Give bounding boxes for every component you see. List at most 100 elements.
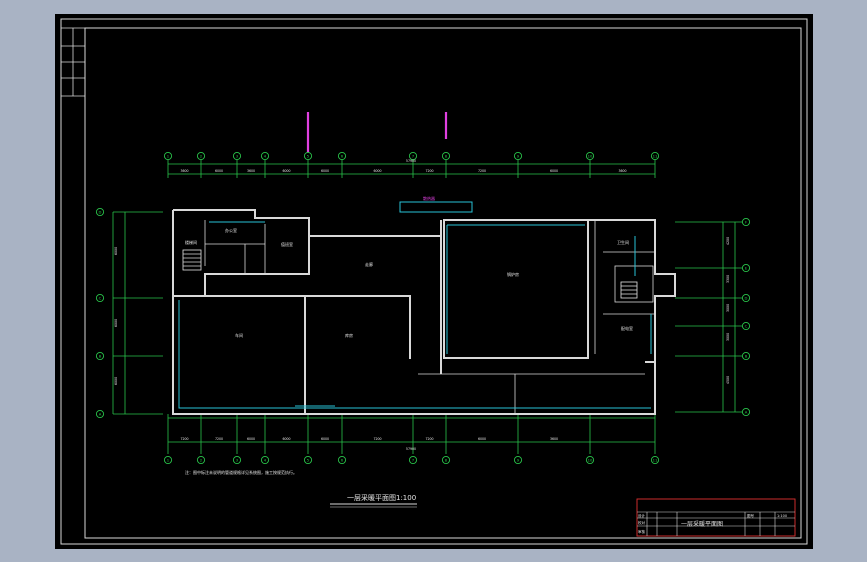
floor-plan-drawing: 1 2 3 4 5 6 7 8 9 10 111 2 3 4 5 6 7 8 9 10 11DCBAFEDCBA3600…	[60, 18, 808, 545]
axis-bubble-top: 2	[196, 151, 206, 161]
right-dimension-text: 3300	[726, 275, 730, 283]
title-block-sheet-label: 图号	[747, 513, 755, 518]
axis-bubble-label: D	[99, 209, 102, 214]
top-dimension-text: 7200	[478, 169, 486, 173]
general-note: 注：图中标注未说明的管道规格详见系统图，施工按规范执行。	[185, 469, 297, 475]
plan-title-group: 一层采暖平面图1:100	[330, 493, 417, 508]
right-dimension-text: 3000	[726, 333, 730, 341]
title-block-drawing-name: 一层采暖平面图	[681, 520, 723, 528]
riser-marks	[306, 112, 448, 154]
total-dimension-text: 57900	[406, 447, 416, 451]
cad-viewport[interactable]: 1 2 3 4 5 6 7 8 9 10 11 1 2 3 4 5 6 7 8 9 10 11 D C B A F E D C B A 3600…	[55, 14, 813, 549]
bottom-dimension-text: 6000	[282, 437, 290, 441]
bottom-dimension-text: 7200	[425, 437, 433, 441]
binding-strip	[61, 27, 85, 97]
top-dimension-text: 6000	[373, 169, 381, 173]
room-label: 车间	[235, 332, 243, 338]
axis-bubble-top: 4	[260, 151, 270, 161]
top-dimension-text: 3600	[180, 169, 188, 173]
axis-bubble-bottom: 1	[163, 455, 173, 465]
title-block-designed: 设计	[638, 513, 646, 518]
axis-bubble-left: C	[95, 293, 105, 303]
axis-bubble-label: B	[99, 353, 102, 358]
room-label: 办公室	[225, 227, 237, 233]
room-label: 库房	[345, 332, 353, 338]
room-label: 楼梯间	[185, 239, 197, 245]
axis-bubble-right: D	[741, 293, 751, 303]
left-dimension-text: 6000	[114, 319, 118, 327]
radiator-pipes	[178, 201, 652, 409]
plan-title: 一层采暖平面图1:100	[347, 493, 416, 502]
bottom-dimension-text: 7200	[180, 437, 188, 441]
axis-bubble-label: 10	[588, 153, 593, 158]
bottom-dimension-text: 3600	[550, 437, 558, 441]
axis-bubble-label: A	[745, 409, 748, 414]
right-dimension-text: 4500	[726, 376, 730, 384]
axis-bubble-right: A	[741, 407, 751, 417]
room-label: 锅炉房	[507, 271, 519, 277]
axis-bubble-right: B	[741, 351, 751, 361]
room-label: 值班室	[281, 241, 293, 247]
bottom-dimension-text: 7200	[373, 437, 381, 441]
axis-bubble-top: 10	[585, 151, 595, 161]
title-block: 设计 校对 审核 一层采暖平面图 图号 1:100	[636, 498, 796, 537]
axis-bubble-top: 3	[232, 151, 242, 161]
axis-bubble-bottom: 6	[337, 455, 347, 465]
axis-bubble-bottom: 2	[196, 455, 206, 465]
axis-bubble-top: 11	[650, 151, 660, 161]
title-block-checked: 校对	[638, 520, 646, 525]
axis-bubble-bottom: 8	[441, 455, 451, 465]
axis-bubble-bottom: 3	[232, 455, 242, 465]
axis-bubble-label: B	[745, 353, 748, 358]
axis-bubble-top: 1	[163, 151, 173, 161]
stair-right	[620, 281, 638, 299]
bottom-dimension-text: 6000	[478, 437, 486, 441]
top-dimension-text: 6000	[282, 169, 290, 173]
top-dimension-text: 6000	[215, 169, 223, 173]
axis-bubble-top: 5	[303, 151, 313, 161]
title-block-scale: 1:100	[777, 514, 787, 518]
right-dimension-text: 3000	[726, 304, 730, 312]
left-dimension-text: 6000	[114, 377, 118, 385]
top-dimension-text: 7200	[425, 169, 433, 173]
axis-bubble-left: D	[95, 207, 105, 217]
axis-bubble-label: A	[99, 411, 102, 416]
axis-bubble-right: E	[741, 263, 751, 273]
axis-bubble-label: 11	[653, 153, 658, 158]
total-dimension-text: 57900	[406, 159, 416, 163]
title-block-approved: 审核	[638, 529, 646, 534]
legend-label: 散热器	[423, 195, 435, 201]
axis-bubble-right: F	[741, 217, 751, 227]
top-dimension-text: 6000	[321, 169, 329, 173]
axis-bubble-bottom: 9	[513, 455, 523, 465]
axis-bubble-label: 11	[653, 457, 658, 462]
axis-bubble-top: 9	[513, 151, 523, 161]
building-walls	[172, 209, 676, 415]
axis-bubble-bottom: 10	[585, 455, 595, 465]
axis-bubble-bottom: 11	[650, 455, 660, 465]
axis-bubble-bottom: 5	[303, 455, 313, 465]
axis-bubble-left: B	[95, 351, 105, 361]
axis-bubble-label: C	[745, 323, 748, 328]
left-dimension-chain	[112, 211, 163, 415]
bottom-dimension-text: 6000	[321, 437, 329, 441]
axis-bubble-label: 10	[588, 457, 593, 462]
axis-bubble-right: C	[741, 321, 751, 331]
axis-bubble-top: 8	[441, 151, 451, 161]
room-label: 卫生间	[617, 239, 629, 245]
bottom-dimension-chain	[168, 417, 655, 443]
axis-bubble-label: F	[745, 219, 747, 224]
stair-left	[182, 249, 202, 271]
room-label: 走廊	[365, 261, 373, 267]
top-dimension-text: 3600	[247, 169, 255, 173]
top-dimension-chain	[168, 163, 655, 175]
axis-bubble-label: D	[745, 295, 748, 300]
bottom-dimension-text: 7200	[215, 437, 223, 441]
axis-bubble-left: A	[95, 409, 105, 419]
right-dimension-text: 4200	[726, 237, 730, 245]
top-dimension-text: 3600	[618, 169, 626, 173]
axis-bubble-bottom: 7	[408, 455, 418, 465]
top-dimension-text: 6000	[550, 169, 558, 173]
axis-bubble-label: C	[99, 295, 102, 300]
left-dimension-text: 6000	[114, 247, 118, 255]
